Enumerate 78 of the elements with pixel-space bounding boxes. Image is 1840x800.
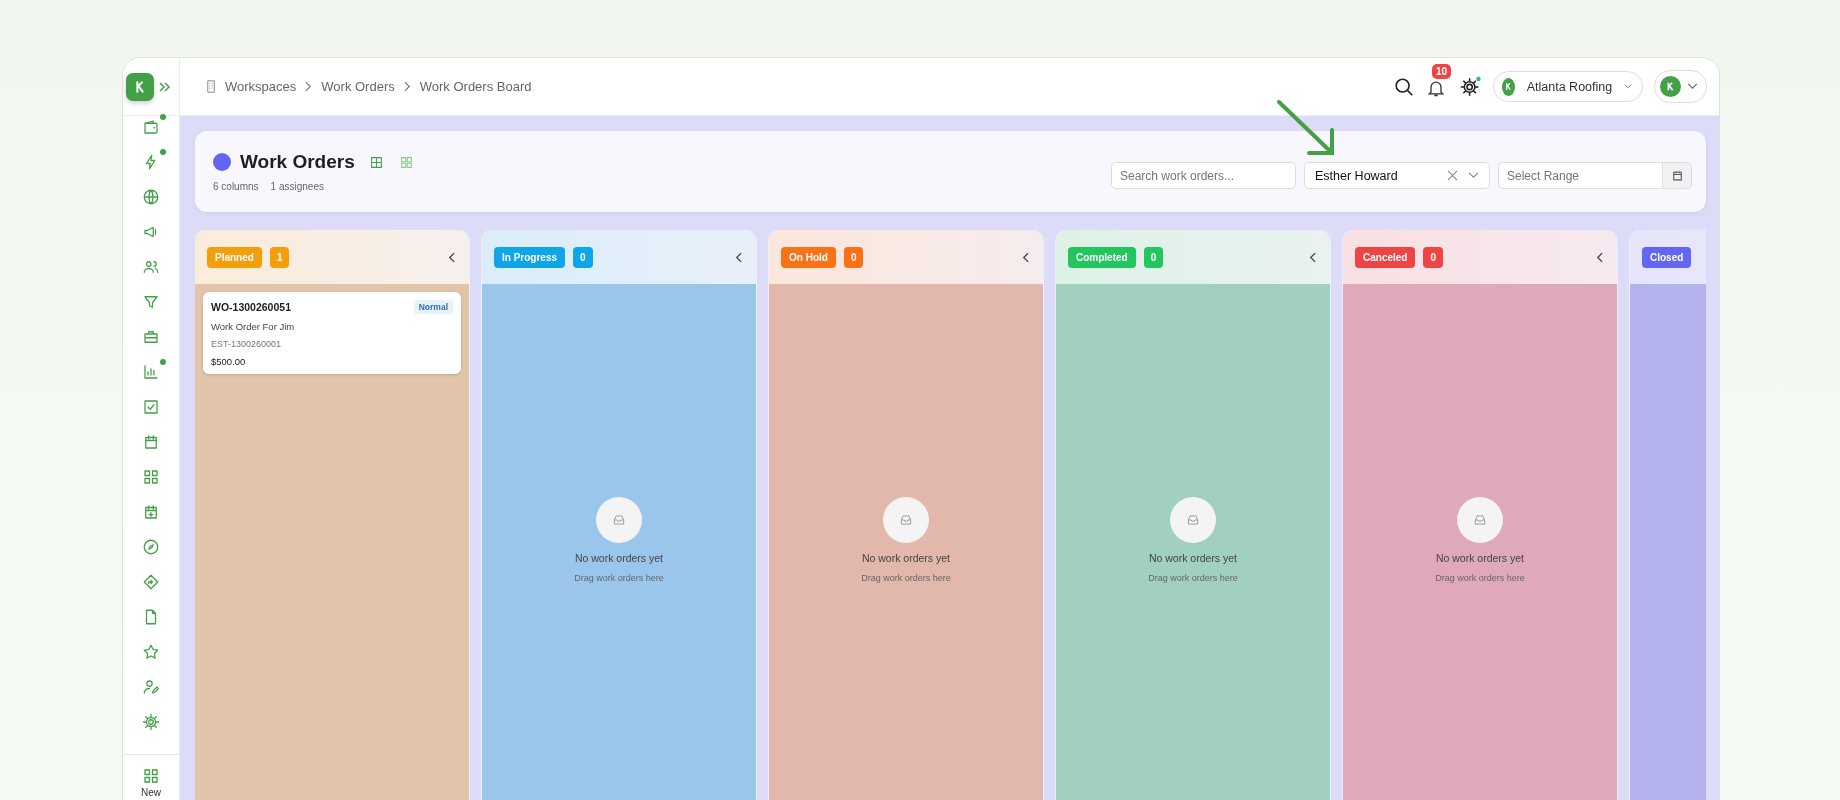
empty-state-hint: Drag work orders here (861, 573, 951, 583)
empty-state-hint: Drag work orders here (1148, 573, 1238, 583)
direction-sign-icon (142, 572, 160, 591)
grid-icon (142, 767, 160, 785)
empty-inbox-icon (883, 497, 929, 543)
checkbox-icon (142, 397, 160, 416)
count-badge: 1 (269, 246, 290, 268)
board-title: Work Orders (240, 151, 355, 173)
work-order-title: Work Order For Jim (211, 321, 296, 332)
settings-nav-item[interactable] (140, 711, 162, 732)
settings-icon[interactable] (1459, 75, 1482, 98)
empty-state-title: No work orders yet (861, 552, 951, 564)
account-menu-button[interactable] (1654, 70, 1707, 103)
board-stat: 6 columns (213, 181, 259, 192)
annotation-arrow (1277, 100, 1334, 155)
collapse-icon[interactable] (1596, 251, 1603, 263)
empty-inbox-icon (1170, 497, 1216, 543)
expand-icon[interactable] (159, 81, 171, 92)
status-tag: Canceled (1355, 246, 1416, 268)
compass-icon (142, 537, 160, 556)
status-tag: On Hold (781, 246, 836, 268)
empty-state-title: No work orders yet (574, 552, 664, 564)
chevron-down-icon (1468, 172, 1479, 179)
collapse-icon[interactable] (448, 251, 455, 263)
collapse-icon[interactable] (1022, 251, 1029, 263)
calendar-icon (142, 432, 160, 451)
grid-icon (142, 467, 160, 486)
work-order-amount: $500.00 (211, 356, 247, 367)
company-selector[interactable]: Atlanta Roofing (1493, 71, 1643, 102)
notification-badge: 10 (1432, 63, 1452, 79)
breadcrumb-link[interactable]: Workspaces (225, 79, 297, 94)
date-range-field[interactable]: Select Range (1498, 162, 1662, 189)
status-tag: In Progress (494, 246, 566, 268)
company-logo-icon (1502, 77, 1515, 96)
table-view-toggle[interactable] (369, 155, 383, 169)
empty-state-hint: Drag work orders here (1435, 573, 1525, 583)
breadcrumb-link[interactable]: Work Orders Board (419, 79, 532, 94)
empty-state-title: No work orders yet (1148, 552, 1238, 564)
empty-state-hint: Drag work orders here (574, 573, 664, 583)
chevron-down-icon (1624, 83, 1632, 90)
wallet-icon (142, 117, 160, 136)
priority-tag: Normal (413, 300, 453, 314)
calendar-icon (1670, 169, 1684, 182)
count-badge: 0 (1143, 246, 1164, 268)
grid-view-toggle[interactable] (399, 155, 413, 169)
calendar-plus-icon (142, 502, 160, 521)
collapse-icon[interactable] (1309, 251, 1316, 263)
chevron-right-icon (403, 81, 411, 92)
new-button[interactable]: New (123, 754, 179, 800)
settings-icon (142, 712, 160, 731)
collapse-icon[interactable] (735, 251, 742, 263)
work-order-number: WO-1300260051 (211, 301, 291, 313)
chevron-down-icon (1687, 83, 1698, 90)
calendar-button[interactable] (1662, 162, 1692, 189)
work-order-card[interactable]: WO-1300260051 Normal Work Order For Jim EST-1300260001 $500.00 (203, 292, 461, 374)
board-stat: 1 assignees (270, 181, 324, 192)
building-icon (206, 80, 216, 93)
chevron-right-icon (305, 81, 313, 92)
count-badge: 0 (573, 246, 593, 268)
count-badge: 0 (1423, 246, 1444, 268)
avatar-logo-icon (1660, 76, 1681, 97)
estimate-number: EST-1300260001 (211, 339, 283, 349)
assignee-select[interactable]: Esther Howard (1304, 162, 1490, 189)
breadcrumb-link[interactable]: Work Orders (321, 79, 395, 94)
search-field[interactable]: Search work orders... (1111, 162, 1296, 189)
status-tag: Closed (1642, 246, 1692, 268)
logo-icon[interactable] (126, 72, 154, 101)
empty-inbox-icon (596, 497, 642, 543)
search-icon[interactable] (1393, 75, 1415, 98)
count-badge: 0 (843, 246, 864, 268)
empty-inbox-icon (1457, 497, 1503, 543)
user-edit-icon (142, 677, 160, 696)
status-tag: Planned (207, 246, 262, 268)
globe-icon (142, 187, 160, 206)
status-tag: Completed (1068, 246, 1136, 268)
clear-icon[interactable] (1447, 170, 1458, 181)
star-icon (142, 642, 160, 661)
empty-state-title: No work orders yet (1435, 552, 1525, 564)
